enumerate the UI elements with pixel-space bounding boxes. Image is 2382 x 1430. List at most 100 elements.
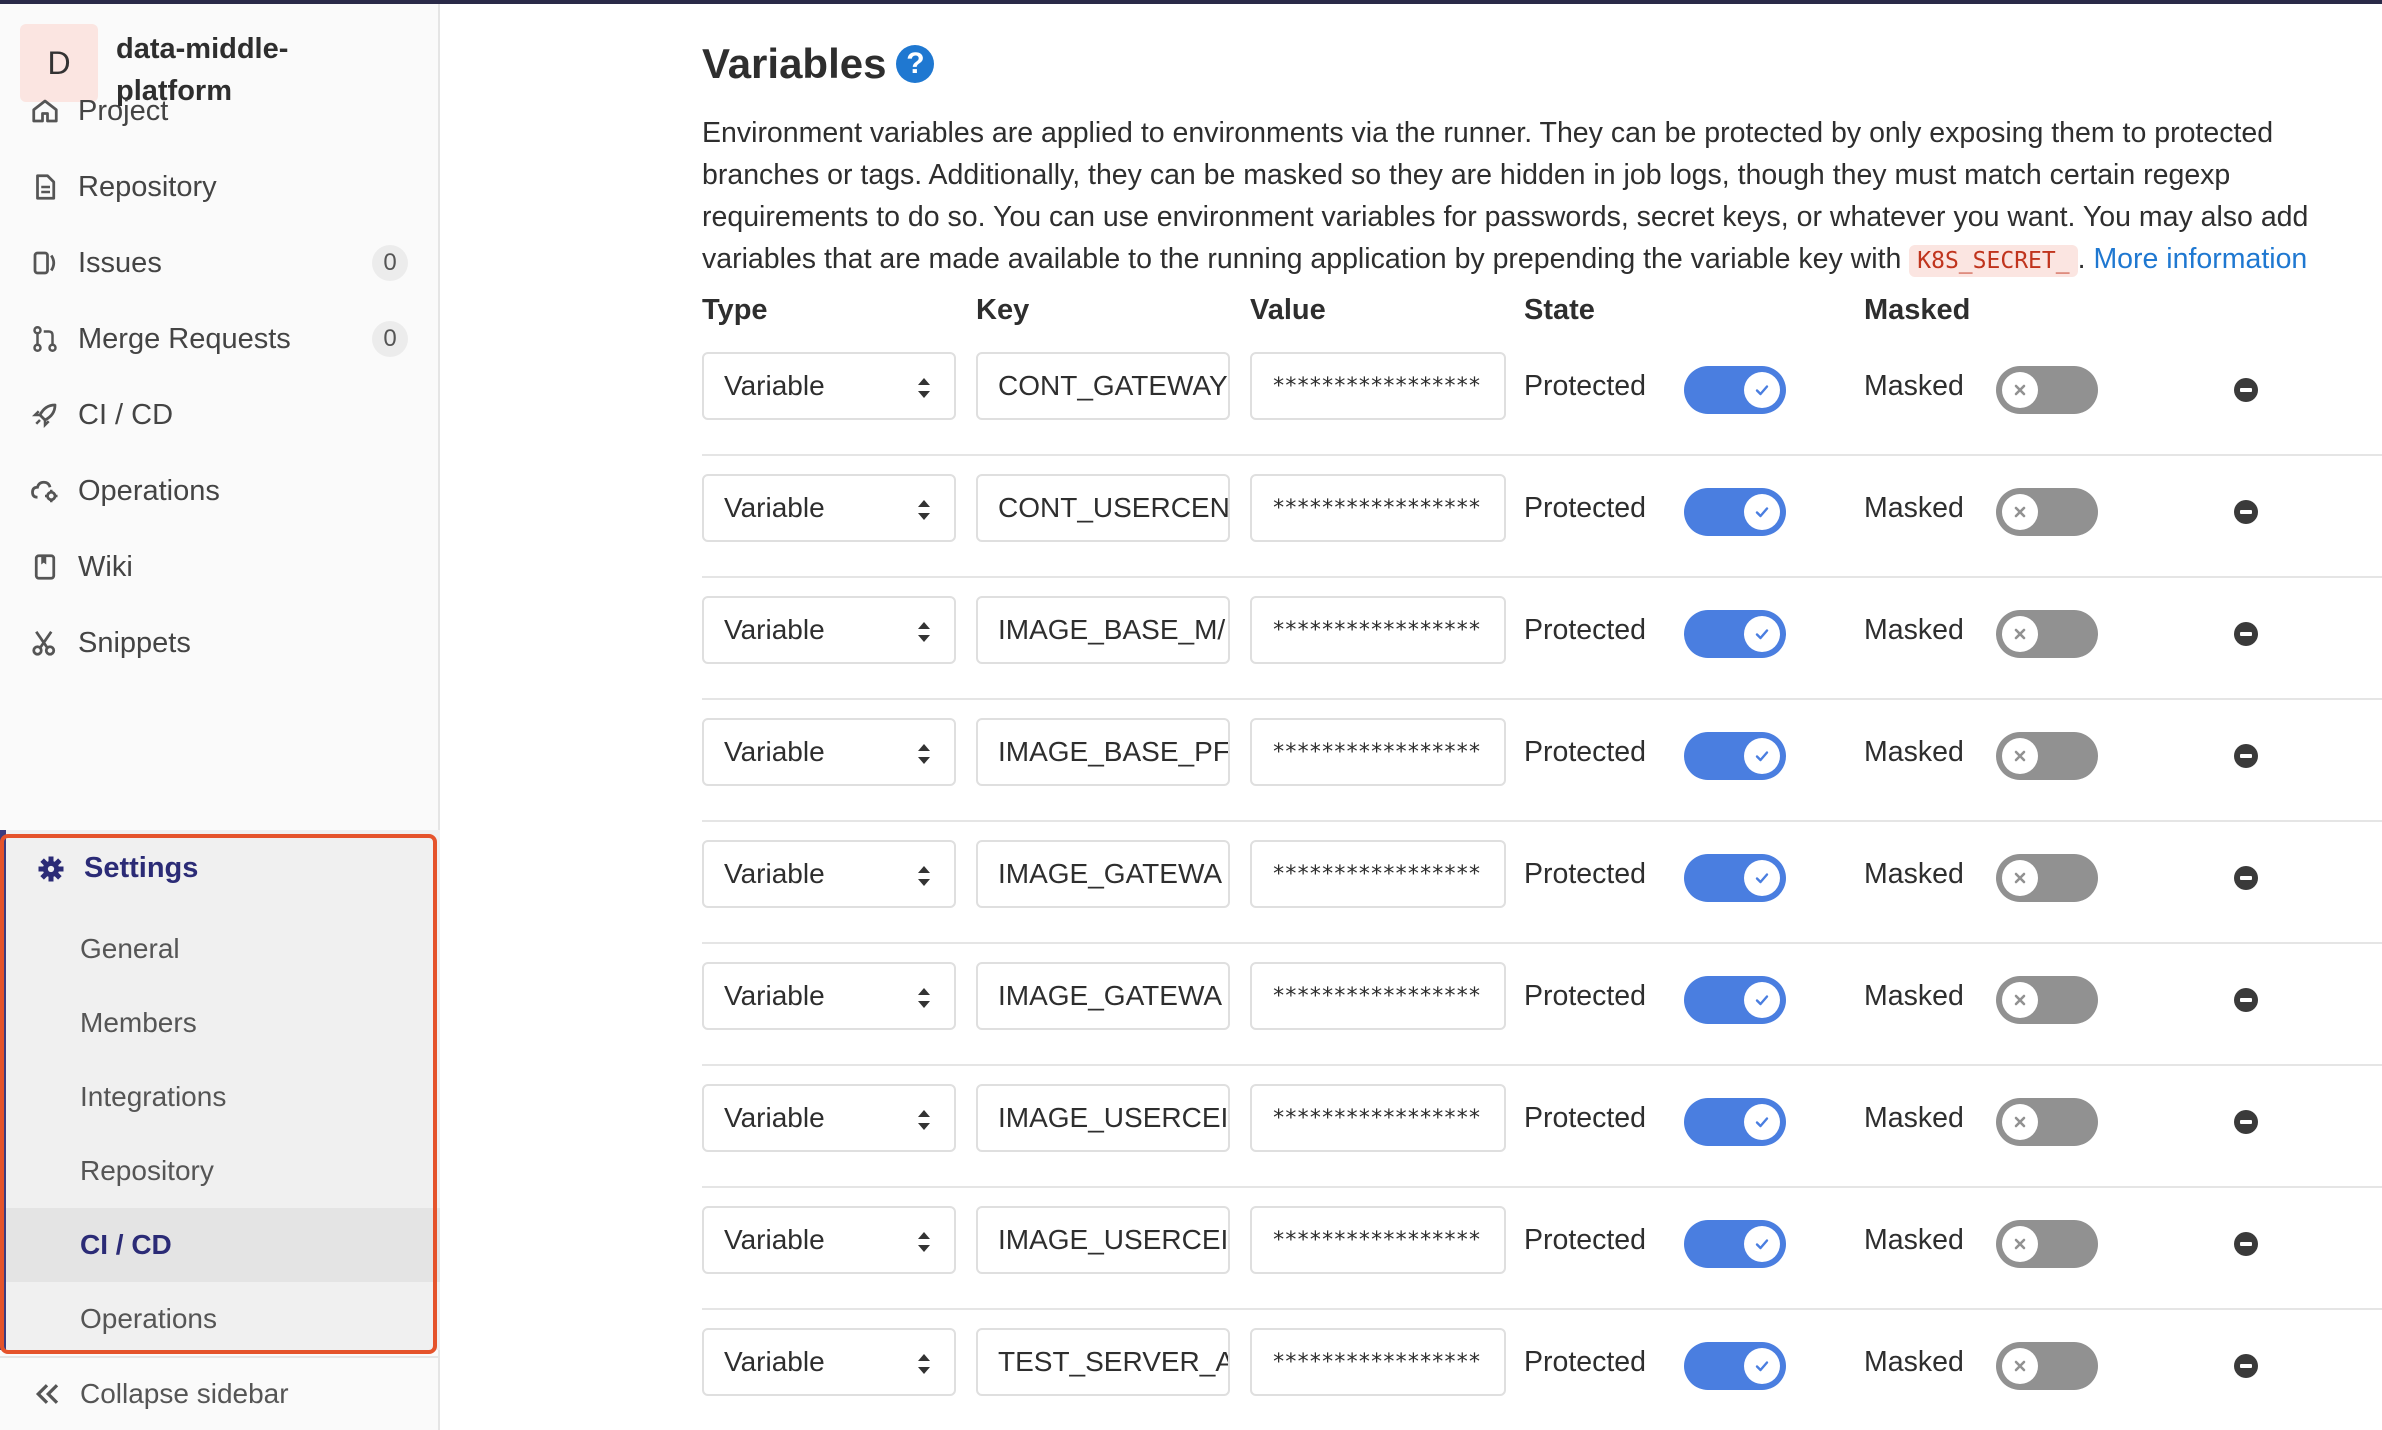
- masked-toggle[interactable]: [1996, 366, 2098, 414]
- variable-key-input[interactable]: IMAGE_GATEWA: [976, 962, 1230, 1030]
- variable-type-select[interactable]: Variable: [702, 962, 956, 1030]
- issues-count-badge: 0: [372, 245, 408, 281]
- variable-value-input[interactable]: *****************: [1250, 718, 1506, 786]
- sidebar-item-snippets[interactable]: Snippets: [0, 608, 438, 678]
- rocket-icon: [31, 403, 57, 429]
- settings-subitem-members[interactable]: Members: [6, 986, 440, 1060]
- variable-value-input[interactable]: *****************: [1250, 962, 1506, 1030]
- toggle-knob: [1744, 494, 1780, 530]
- sidebar-item-repository[interactable]: Repository: [0, 152, 438, 222]
- toggle-knob: [2002, 616, 2038, 652]
- variable-value-input[interactable]: *****************: [1250, 596, 1506, 664]
- sidebar-item-ci-cd[interactable]: CI / CD: [0, 380, 438, 450]
- protected-toggle[interactable]: [1684, 1098, 1786, 1146]
- remove-variable-icon[interactable]: [2234, 1232, 2258, 1256]
- close-icon: [2014, 506, 2026, 518]
- protected-toggle[interactable]: [1684, 854, 1786, 902]
- protected-toggle[interactable]: [1684, 366, 1786, 414]
- check-icon: [1755, 1239, 1769, 1250]
- variable-key-input[interactable]: IMAGE_GATEWA: [976, 840, 1230, 908]
- remove-variable-icon[interactable]: [2234, 1110, 2258, 1134]
- variable-type-select[interactable]: Variable: [702, 596, 956, 664]
- variable-type-value: Variable: [724, 1224, 825, 1255]
- check-icon: [1755, 873, 1769, 884]
- remove-variable-icon[interactable]: [2234, 500, 2258, 524]
- masked-toggle[interactable]: [1996, 1220, 2098, 1268]
- collapse-sidebar-label: Collapse sidebar: [80, 1378, 289, 1409]
- variable-row: Variable IMAGE_BASE_M/ ***************** Pr…: [702, 578, 2382, 700]
- variable-key-input[interactable]: IMAGE_USERCEI: [976, 1206, 1230, 1274]
- variable-key-input[interactable]: CONT_USERCEN: [976, 474, 1230, 542]
- masked-label: Masked: [1864, 736, 1964, 768]
- remove-variable-icon[interactable]: [2234, 378, 2258, 402]
- variable-type-select[interactable]: Variable: [702, 1206, 956, 1274]
- select-arrows-icon: [918, 1110, 930, 1130]
- variable-type-select[interactable]: Variable: [702, 474, 956, 542]
- column-header-masked: Masked: [1864, 294, 1971, 326]
- variable-key-input[interactable]: IMAGE_USERCEI: [976, 1084, 1230, 1152]
- masked-toggle[interactable]: [1996, 610, 2098, 658]
- remove-variable-icon[interactable]: [2234, 744, 2258, 768]
- variable-value-input[interactable]: *****************: [1250, 1206, 1506, 1274]
- protected-toggle[interactable]: [1684, 1342, 1786, 1390]
- variable-value-input[interactable]: *****************: [1250, 352, 1506, 420]
- remove-variable-icon[interactable]: [2234, 866, 2258, 890]
- masked-toggle[interactable]: [1996, 1098, 2098, 1146]
- protected-label: Protected: [1524, 370, 1646, 402]
- variable-row: Variable IMAGE_USERCEI ***************** Pr…: [702, 1066, 2382, 1188]
- variable-type-value: Variable: [724, 980, 825, 1011]
- sidebar-item-issues[interactable]: Issues 0: [0, 228, 438, 298]
- variable-type-select[interactable]: Variable: [702, 840, 956, 908]
- masked-toggle[interactable]: [1996, 488, 2098, 536]
- settings-subitem-repository[interactable]: Repository: [6, 1134, 440, 1208]
- settings-subitem-operations[interactable]: Operations: [6, 1282, 440, 1356]
- remove-variable-icon[interactable]: [2234, 1354, 2258, 1378]
- variable-key-input[interactable]: CONT_GATEWAY: [976, 352, 1230, 420]
- help-icon[interactable]: ?: [896, 45, 935, 83]
- select-arrows-icon: [918, 622, 930, 642]
- variable-value-input[interactable]: *****************: [1250, 840, 1506, 908]
- variable-type-value: Variable: [724, 1102, 825, 1133]
- variable-value-input[interactable]: *****************: [1250, 474, 1506, 542]
- sidebar-item-wiki[interactable]: Wiki: [0, 532, 438, 602]
- masked-label: Masked: [1864, 492, 1964, 524]
- sidebar-item-project[interactable]: Project: [0, 76, 438, 146]
- protected-toggle[interactable]: [1684, 732, 1786, 780]
- variable-type-select[interactable]: Variable: [702, 1084, 956, 1152]
- protected-toggle[interactable]: [1684, 976, 1786, 1024]
- protected-label: Protected: [1524, 1102, 1646, 1134]
- protected-toggle[interactable]: [1684, 610, 1786, 658]
- remove-variable-icon[interactable]: [2234, 622, 2258, 646]
- remove-variable-icon[interactable]: [2234, 988, 2258, 1012]
- variables-section: Variables ? Environment variables are ap…: [702, 0, 2382, 1430]
- variable-type-select[interactable]: Variable: [702, 1328, 956, 1396]
- variable-value-input[interactable]: *****************: [1250, 1328, 1506, 1396]
- issues-icon: [33, 251, 56, 275]
- variable-type-select[interactable]: Variable: [702, 352, 956, 420]
- variable-key-input[interactable]: IMAGE_BASE_PF: [976, 718, 1230, 786]
- protected-toggle[interactable]: [1684, 1220, 1786, 1268]
- settings-subitem-general[interactable]: General: [6, 912, 440, 986]
- check-icon: [1755, 751, 1769, 762]
- sidebar-item-merge-requests[interactable]: Merge Requests 0: [0, 304, 438, 374]
- sidebar-item-settings[interactable]: Settings: [36, 852, 198, 885]
- toggle-knob: [1744, 616, 1780, 652]
- more-information-link[interactable]: More information: [2093, 243, 2307, 275]
- variable-key-input[interactable]: IMAGE_BASE_M/: [976, 596, 1230, 664]
- sidebar-item-operations[interactable]: Operations: [0, 456, 438, 526]
- masked-toggle[interactable]: [1996, 732, 2098, 780]
- document-icon: [36, 174, 56, 200]
- variable-value-input[interactable]: *****************: [1250, 1084, 1506, 1152]
- collapse-sidebar-button[interactable]: Collapse sidebar: [0, 1356, 438, 1430]
- settings-subitem-integrations[interactable]: Integrations: [6, 1060, 440, 1134]
- masked-toggle[interactable]: [1996, 976, 2098, 1024]
- variable-key-input[interactable]: TEST_SERVER_A: [976, 1328, 1230, 1396]
- settings-subitem-ci-cd[interactable]: CI / CD: [6, 1208, 440, 1282]
- variable-type-select[interactable]: Variable: [702, 718, 956, 786]
- masked-toggle[interactable]: [1996, 1342, 2098, 1390]
- variable-row: Variable IMAGE_GATEWA ***************** Pro…: [702, 822, 2382, 944]
- masked-toggle[interactable]: [1996, 854, 2098, 902]
- protected-toggle[interactable]: [1684, 488, 1786, 536]
- masked-label: Masked: [1864, 1346, 1964, 1378]
- variable-type-value: Variable: [724, 614, 825, 645]
